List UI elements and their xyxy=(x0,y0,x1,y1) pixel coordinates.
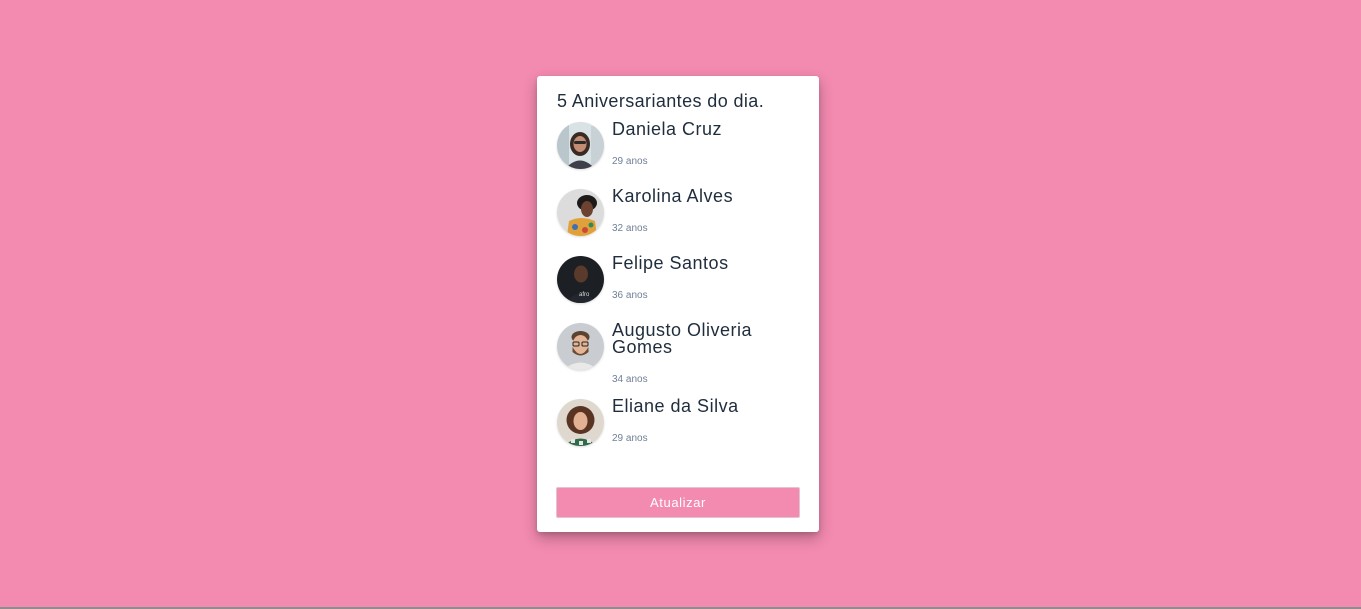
person-age: 29 anos xyxy=(612,156,648,167)
curly-haired-woman-photo-icon xyxy=(557,399,604,446)
person-name: Eliane da Silva xyxy=(612,396,739,416)
woman-colorful-top-photo-icon xyxy=(557,189,604,236)
person-name: Augusto Oliveria Gomes xyxy=(612,320,753,357)
birthday-list: Daniela Cruz 29 anos Karolina Alves 32 a… xyxy=(557,120,800,453)
person-age: 32 anos xyxy=(612,223,648,234)
avatar xyxy=(557,189,604,236)
card-title: 5 Aniversariantes do dia. xyxy=(557,91,765,111)
list-item: Daniela Cruz 29 anos xyxy=(557,120,800,176)
list-item: Eliane da Silva 29 anos xyxy=(557,397,800,453)
person-age: 34 anos xyxy=(612,374,648,385)
svg-text:afro: afro xyxy=(579,292,590,298)
avatar xyxy=(557,323,604,370)
person-age: 29 anos xyxy=(612,433,648,444)
person-name: Daniela Cruz xyxy=(612,119,723,139)
woman-with-glasses-photo-icon xyxy=(557,122,604,169)
list-item: afro Felipe Santos 36 anos xyxy=(557,254,800,310)
man-dark-background-photo-icon: afro xyxy=(557,256,604,303)
bearded-man-with-glasses-photo-icon xyxy=(557,323,604,370)
avatar xyxy=(557,399,604,446)
avatar xyxy=(557,122,604,169)
list-item: Karolina Alves 32 anos xyxy=(557,187,800,243)
birthday-card: 5 Aniversariantes do dia. Daniela Cruz 2… xyxy=(537,76,819,532)
update-button[interactable]: Atualizar xyxy=(556,487,800,518)
list-item: Augusto Oliveria Gomes 34 anos xyxy=(557,321,800,386)
person-name: Felipe Santos xyxy=(612,253,729,273)
avatar: afro xyxy=(557,256,604,303)
person-name: Karolina Alves xyxy=(612,186,734,206)
person-age: 36 anos xyxy=(612,290,648,301)
